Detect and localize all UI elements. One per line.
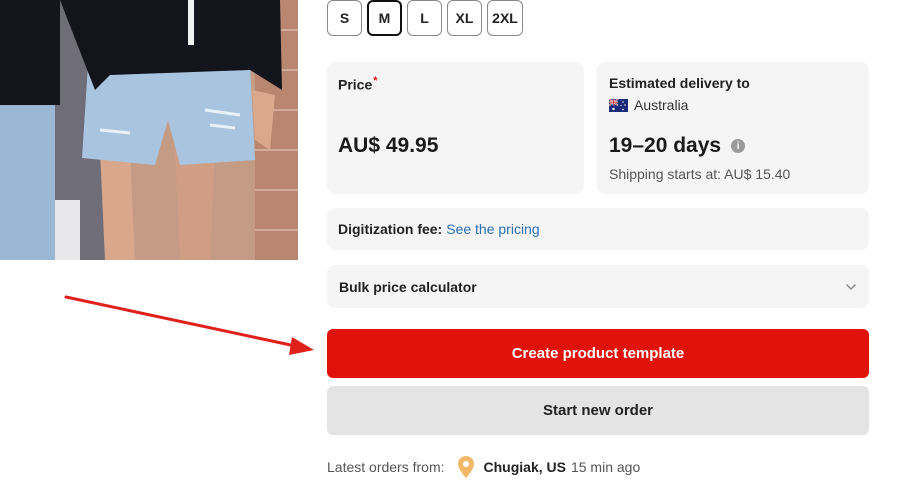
location-pin-icon <box>457 456 474 478</box>
latest-orders-label: Latest orders from: <box>327 459 445 475</box>
latest-order-location: Chugiak, US <box>483 459 566 475</box>
australia-flag-icon <box>609 98 628 112</box>
bulk-price-label: Bulk price calculator <box>339 278 477 295</box>
latest-orders: Latest orders from: Chugiak, US 15 min a… <box>327 456 640 478</box>
delivery-days-value: 19–20 days <box>609 134 722 157</box>
create-product-template-button[interactable]: Create product template <box>327 329 869 378</box>
bulk-price-calculator[interactable]: Bulk price calculator <box>327 265 869 308</box>
product-photo <box>0 0 298 260</box>
delivery-country-name: Australia <box>634 97 689 113</box>
size-option-xl[interactable]: XL <box>447 0 482 36</box>
latest-order-time: 15 min ago <box>570 459 641 475</box>
price-value: AU$ 49.95 <box>338 134 439 157</box>
delivery-card: Estimated delivery to Australia 19–20 da… <box>597 62 869 194</box>
see-pricing-link[interactable]: See the pricing <box>446 221 539 237</box>
delivery-label: Estimated delivery to <box>609 75 750 91</box>
delivery-country: Australia <box>609 97 688 113</box>
size-option-2xl[interactable]: 2XL <box>487 0 523 36</box>
size-option-s[interactable]: S <box>327 0 362 36</box>
chevron-down-icon <box>846 283 856 290</box>
start-new-order-button[interactable]: Start new order <box>327 386 869 435</box>
info-icon[interactable]: i <box>731 139 746 153</box>
size-option-l[interactable]: L <box>407 0 442 36</box>
size-option-m[interactable]: M <box>367 0 402 36</box>
delivery-days: 19–20 days i <box>609 134 746 158</box>
price-card: Price* AU$ 49.95 <box>327 62 584 194</box>
size-selector: S M L XL 2XL <box>327 0 523 36</box>
digitization-fee-label: Digitization fee: <box>338 221 443 237</box>
required-mark: * <box>373 75 378 87</box>
price-label: Price* <box>338 75 378 93</box>
shipping-cost: Shipping starts at: AU$ 15.40 <box>609 166 791 182</box>
price-label-text: Price <box>338 76 373 93</box>
digitization-fee-card: Digitization fee: See the pricing <box>327 208 869 250</box>
